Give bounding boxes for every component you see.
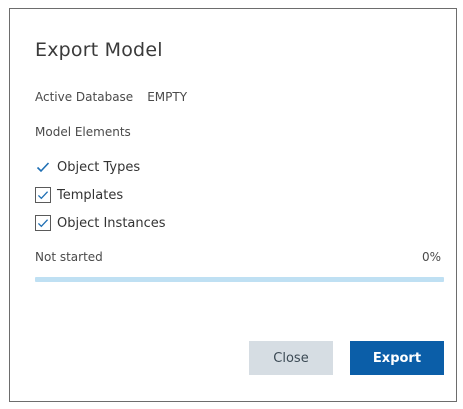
progress-bar <box>35 277 444 282</box>
export-model-dialog: Export Model Active Database EMPTY Model … <box>9 8 457 402</box>
progress-status: Not started <box>35 250 103 264</box>
export-button[interactable]: Export <box>350 341 444 375</box>
active-database-label: Active Database <box>35 90 134 104</box>
active-database-row: Active Database EMPTY <box>35 90 187 104</box>
dialog-title: Export Model <box>35 39 163 61</box>
checkbox-object-instances[interactable]: Object Instances <box>35 213 166 233</box>
check-icon[interactable] <box>35 215 51 231</box>
checkbox-label: Object Types <box>57 159 141 175</box>
checkbox-label: Object Instances <box>57 215 166 231</box>
close-button[interactable]: Close <box>249 341 333 375</box>
model-elements-label: Model Elements <box>35 125 131 139</box>
check-icon[interactable] <box>35 187 51 203</box>
checkbox-object-types[interactable]: Object Types <box>35 157 140 177</box>
check-icon[interactable] <box>35 159 51 175</box>
progress-percent: 0% <box>421 250 441 264</box>
checkbox-label: Templates <box>57 187 124 203</box>
active-database-value: EMPTY <box>147 90 188 104</box>
checkbox-templates[interactable]: Templates <box>35 185 123 205</box>
